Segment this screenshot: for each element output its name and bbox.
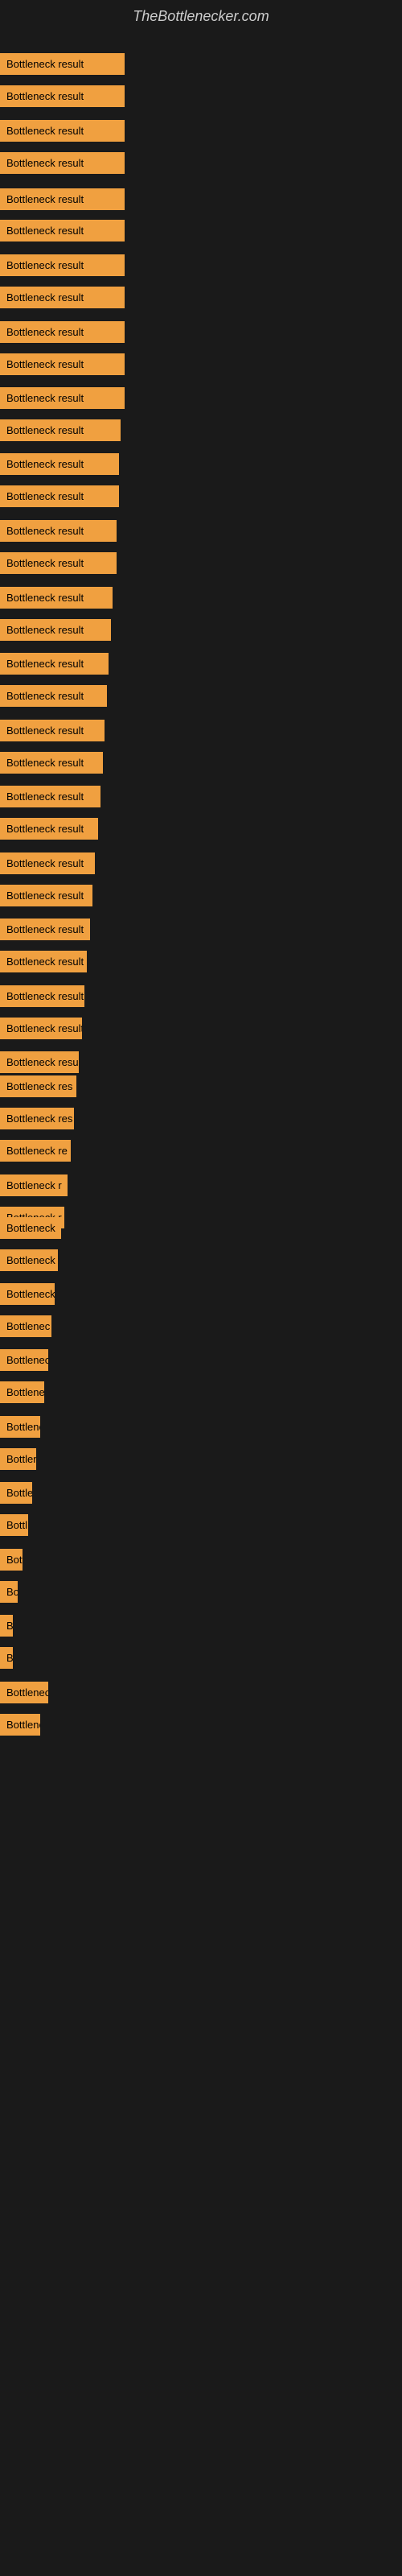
bottleneck-result-bar: Bottleneck result: [0, 85, 125, 107]
bottleneck-result-bar: Bottleneck result: [0, 552, 117, 574]
bottleneck-result-bar: Bottleneck result: [0, 885, 92, 906]
bottleneck-result-bar: Bottleneck result: [0, 720, 105, 741]
bottleneck-result-bar: Bottlenec: [0, 1349, 48, 1371]
bottleneck-result-bar: Bottleneck result: [0, 321, 125, 343]
bottleneck-result-bar: Bottleneck result: [0, 919, 90, 940]
bottleneck-result-bar: Bottleneck result: [0, 188, 125, 210]
bottleneck-result-bar: Bottle: [0, 1482, 32, 1504]
bottleneck-result-bar: Bottleneck result: [0, 453, 119, 475]
bottleneck-result-bar: Bottleneck result: [0, 353, 125, 375]
bottleneck-result-bar: Bottleneck res: [0, 1108, 74, 1129]
bottleneck-result-bar: Bottleneck result: [0, 786, 100, 807]
bottleneck-result-bar: Bottleneck result: [0, 685, 107, 707]
bottleneck-result-bar: Bottleneck result: [0, 752, 103, 774]
bottleneck-result-bar: Bottleneck result: [0, 1018, 82, 1039]
bottleneck-result-bar: Bottleneck result: [0, 387, 125, 409]
bottleneck-result-bar: Bottleneck result: [0, 520, 117, 542]
bottleneck-result-bar: Bottleneck result: [0, 419, 121, 441]
bottleneck-result-bar: Bottleneck result: [0, 653, 109, 675]
bottleneck-result-bar: Bottleneck result: [0, 985, 84, 1007]
bottleneck-result-bar: Bot: [0, 1581, 18, 1603]
bottleneck-result-bar: Bottleneck result: [0, 53, 125, 75]
bottleneck-result-bar: Bottlenec: [0, 1381, 44, 1403]
bottleneck-result-bar: Bottlenec: [0, 1315, 51, 1337]
bottleneck-result-bar: Bottleneck: [0, 1283, 55, 1305]
bottleneck-result-bar: B: [0, 1647, 13, 1669]
bottleneck-result-bar: Bottleneck result: [0, 951, 87, 972]
bottleneck-result-bar: Bottleneck result: [0, 587, 113, 609]
bottleneck-result-bar: Bottleneck result: [0, 220, 125, 242]
bottleneck-result-bar: Bottleneck re: [0, 1140, 71, 1162]
bottleneck-result-bar: Bottleneck result: [0, 852, 95, 874]
bottleneck-result-bar: Bottleneck result: [0, 619, 111, 641]
bottleneck-result-bar: Bottleneck: [0, 1217, 61, 1239]
bottleneck-result-bar: Bottleneck r: [0, 1174, 68, 1196]
bottleneck-result-bar: Bottleneck: [0, 1249, 58, 1271]
bottleneck-result-bar: Bottleneck result: [0, 485, 119, 507]
bottleneck-result-bar: Bottleneck result: [0, 254, 125, 276]
bottleneck-result-bar: Bott: [0, 1549, 23, 1571]
bottleneck-result-bar: Bottlene: [0, 1714, 40, 1736]
bottleneck-result-bar: Bottlen: [0, 1448, 36, 1470]
bottleneck-result-bar: Bottlene: [0, 1416, 40, 1438]
bottleneck-result-bar: Bottleneck result: [0, 818, 98, 840]
bottleneck-result-bar: Bottleneck result: [0, 120, 125, 142]
bottleneck-result-bar: Bo: [0, 1615, 13, 1637]
bottleneck-result-bar: Bottleneck resu: [0, 1051, 79, 1073]
bottleneck-result-bar: Bottleneck result: [0, 287, 125, 308]
bottleneck-result-bar: Bottl: [0, 1514, 28, 1536]
site-title: TheBottlenecker.com: [0, 0, 402, 29]
bottleneck-result-bar: Bottlenec: [0, 1682, 48, 1703]
bottleneck-result-bar: Bottleneck res: [0, 1075, 76, 1097]
bottleneck-result-bar: Bottleneck result: [0, 152, 125, 174]
